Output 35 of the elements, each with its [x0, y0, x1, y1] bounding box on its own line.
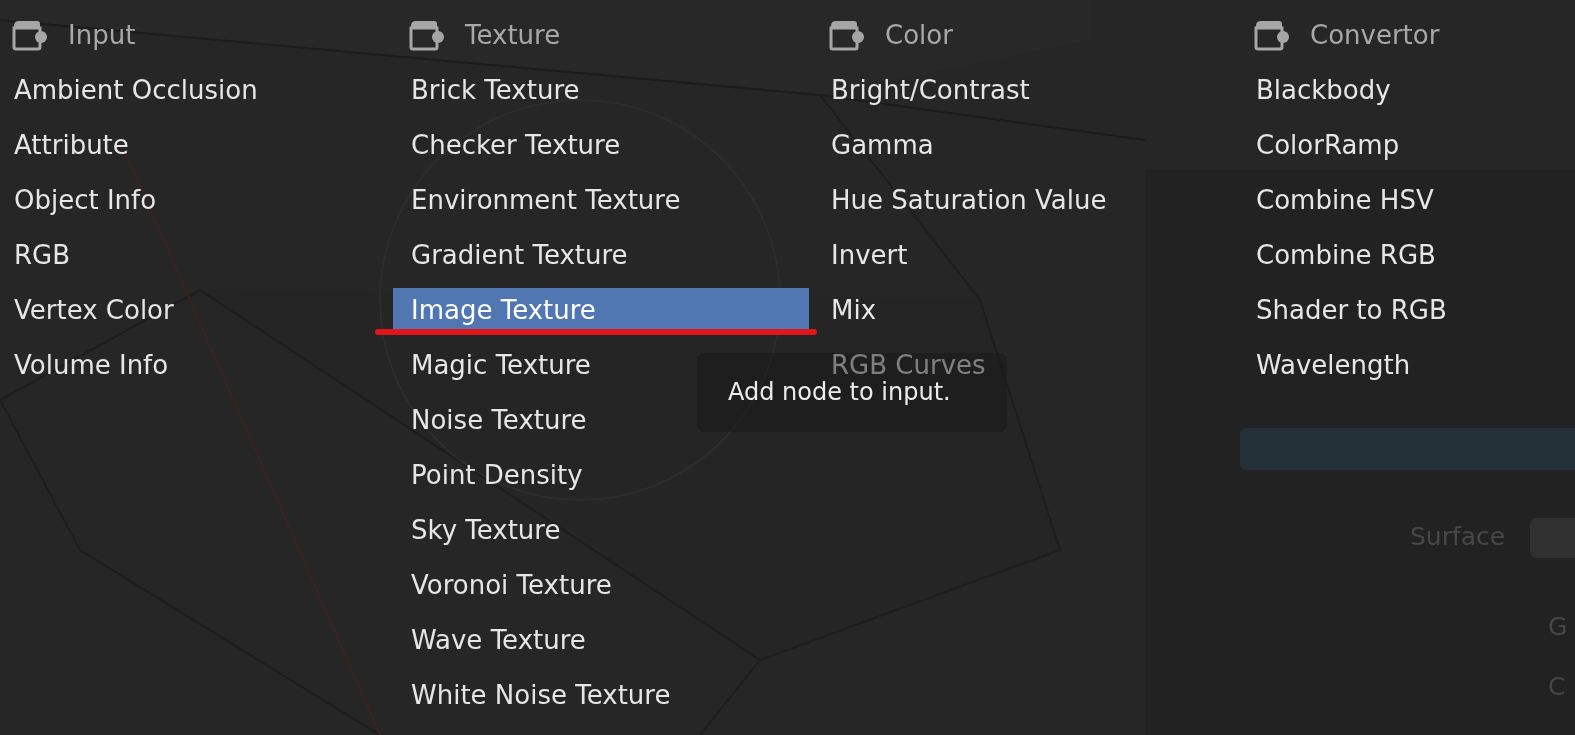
- menu-item[interactable]: Image Texture: [393, 288, 809, 332]
- menu-item[interactable]: Wave Texture: [393, 618, 809, 662]
- menu-item[interactable]: Shader to RGB: [1238, 288, 1571, 332]
- menu-item[interactable]: ColorRamp: [1238, 123, 1571, 167]
- menu-item[interactable]: Environment Texture: [393, 178, 809, 222]
- node-icon: [408, 18, 446, 52]
- menu-item[interactable]: Gamma: [813, 123, 1234, 167]
- menu-heading: Convertor: [1310, 20, 1440, 50]
- menu-item[interactable]: Attribute: [0, 123, 386, 167]
- menu-item[interactable]: Wavelength: [1238, 343, 1571, 387]
- menu-heading: Input: [68, 20, 136, 50]
- menu-item[interactable]: Hue Saturation Value: [813, 178, 1234, 222]
- menu-item[interactable]: Blackbody: [1238, 68, 1571, 112]
- menu-item[interactable]: Sky Texture: [393, 508, 809, 552]
- menu-item[interactable]: Brick Texture: [393, 68, 809, 112]
- menu-item[interactable]: Point Density: [393, 453, 809, 497]
- menu-item[interactable]: Checker Texture: [393, 123, 809, 167]
- menu-item[interactable]: Bright/Contrast: [813, 68, 1234, 112]
- menu-item[interactable]: Ambient Occlusion: [0, 68, 386, 112]
- menu-item[interactable]: Volume Info: [0, 343, 386, 387]
- menu-item[interactable]: Gradient Texture: [393, 233, 809, 277]
- menu-heading: Color: [885, 20, 953, 50]
- menu-item[interactable]: RGB: [0, 233, 386, 277]
- menu-item[interactable]: Invert: [813, 233, 1234, 277]
- menu-item[interactable]: Combine HSV: [1238, 178, 1571, 222]
- node-icon: [1253, 18, 1291, 52]
- node-icon: [11, 18, 49, 52]
- node-icon: [828, 18, 866, 52]
- menu-item[interactable]: Vertex Color: [0, 288, 386, 332]
- menu-item[interactable]: Mix: [813, 288, 1234, 332]
- menu-item[interactable]: White Noise Texture: [393, 673, 809, 717]
- menu-heading: Texture: [465, 20, 561, 50]
- menu-item[interactable]: Voronoi Texture: [393, 563, 809, 607]
- menu-item[interactable]: Combine RGB: [1238, 233, 1571, 277]
- menu-item[interactable]: Object Info: [0, 178, 386, 222]
